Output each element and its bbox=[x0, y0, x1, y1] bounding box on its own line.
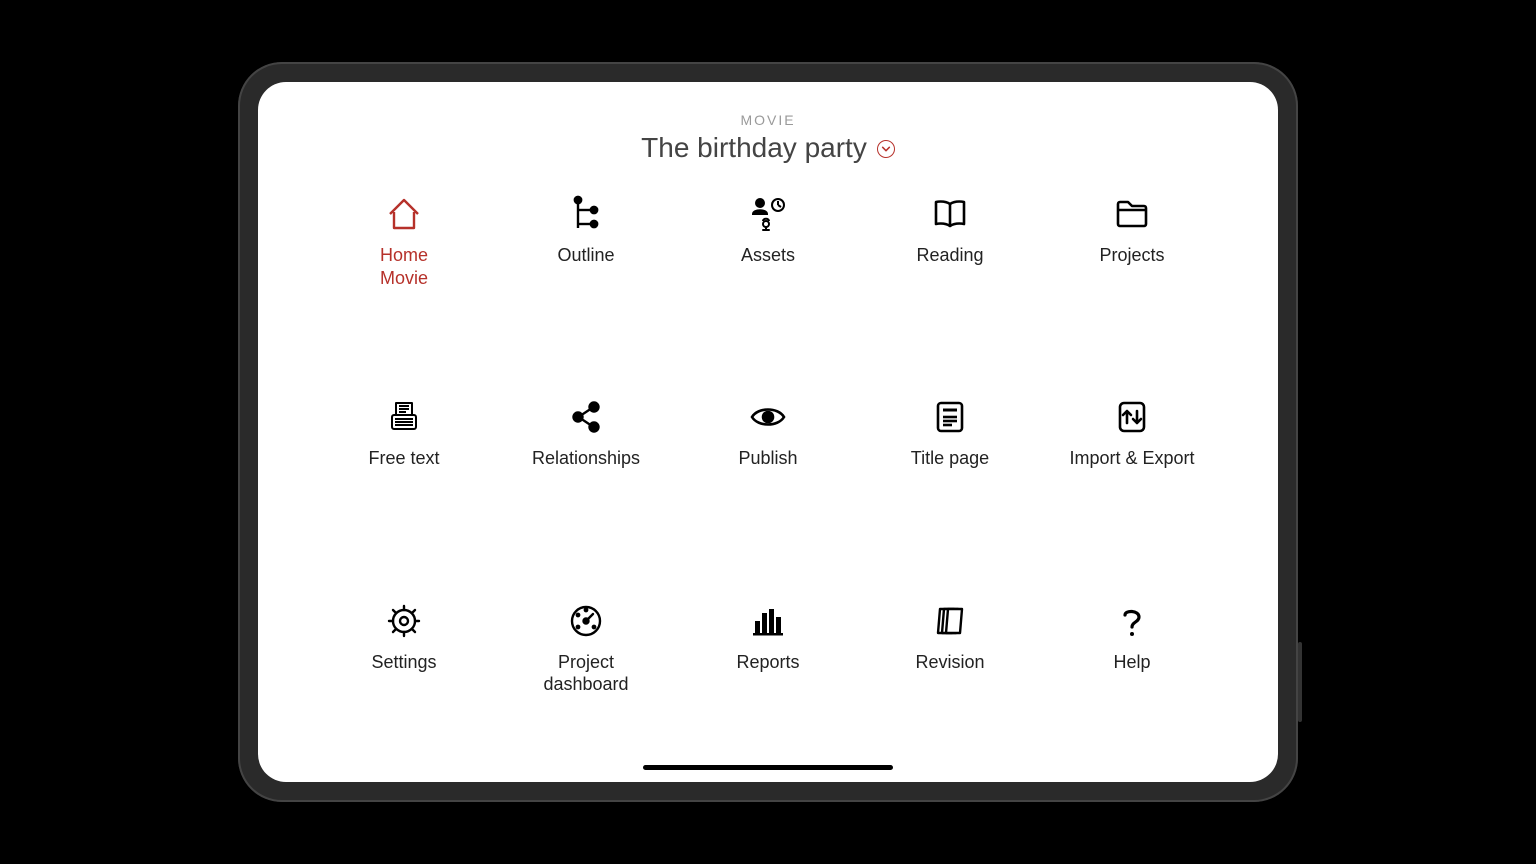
tile-reading[interactable]: Reading bbox=[864, 192, 1036, 335]
pages-icon bbox=[930, 599, 970, 643]
tablet-frame: MOVIE The birthday party Home Movie bbox=[238, 62, 1298, 802]
share-icon bbox=[566, 395, 606, 439]
chevron-down-icon[interactable] bbox=[877, 140, 895, 158]
tile-outline[interactable]: Outline bbox=[500, 192, 672, 335]
import-export-icon bbox=[1112, 395, 1152, 439]
tile-label: Revision bbox=[915, 651, 984, 674]
tile-publish[interactable]: Publish bbox=[682, 395, 854, 538]
tile-label: Home bbox=[380, 244, 428, 267]
tile-label: Title page bbox=[911, 447, 989, 470]
device-side-button bbox=[1298, 642, 1302, 722]
project-title-row[interactable]: The birthday party bbox=[641, 132, 895, 164]
tile-label: Reports bbox=[736, 651, 799, 674]
tile-label: Free text bbox=[368, 447, 439, 470]
project-type-label: MOVIE bbox=[318, 112, 1218, 128]
tile-sublabel: Movie bbox=[380, 267, 428, 290]
home-grid: Home Movie Outline bbox=[318, 184, 1218, 742]
outline-icon bbox=[566, 192, 606, 236]
tile-projects[interactable]: Projects bbox=[1046, 192, 1218, 335]
screen: MOVIE The birthday party Home Movie bbox=[258, 82, 1278, 782]
question-icon bbox=[1112, 599, 1152, 643]
assets-icon bbox=[748, 192, 788, 236]
tile-relationships[interactable]: Relationships bbox=[500, 395, 672, 538]
typewriter-icon bbox=[384, 395, 424, 439]
titlepage-icon bbox=[930, 395, 970, 439]
tile-import-export[interactable]: Import & Export bbox=[1046, 395, 1218, 538]
tile-label: Projectdashboard bbox=[543, 651, 628, 696]
tile-label: Import & Export bbox=[1069, 447, 1194, 470]
tile-revision[interactable]: Revision bbox=[864, 599, 1036, 742]
header: MOVIE The birthday party bbox=[318, 112, 1218, 164]
projects-icon bbox=[1112, 192, 1152, 236]
tile-assets[interactable]: Assets bbox=[682, 192, 854, 335]
tile-reports[interactable]: Reports bbox=[682, 599, 854, 742]
project-title: The birthday party bbox=[641, 132, 867, 164]
bars-icon bbox=[748, 599, 788, 643]
reading-icon bbox=[930, 192, 970, 236]
tile-free-text[interactable]: Free text bbox=[318, 395, 490, 538]
gear-icon bbox=[384, 599, 424, 643]
tile-settings[interactable]: Settings bbox=[318, 599, 490, 742]
tile-label: Settings bbox=[371, 651, 436, 674]
tile-label: Projects bbox=[1099, 244, 1164, 267]
tile-label: Outline bbox=[557, 244, 614, 267]
home-indicator[interactable] bbox=[643, 765, 893, 770]
tile-label: Relationships bbox=[532, 447, 640, 470]
tile-project-dashboard[interactable]: Projectdashboard bbox=[500, 599, 672, 742]
tile-help[interactable]: Help bbox=[1046, 599, 1218, 742]
tile-label: Assets bbox=[741, 244, 795, 267]
tile-label: Help bbox=[1113, 651, 1150, 674]
gauge-icon bbox=[566, 599, 606, 643]
eye-icon bbox=[748, 395, 788, 439]
tile-title-page[interactable]: Title page bbox=[864, 395, 1036, 538]
tile-label: Publish bbox=[738, 447, 797, 470]
tile-label: Reading bbox=[916, 244, 983, 267]
tile-home[interactable]: Home Movie bbox=[318, 192, 490, 335]
home-icon bbox=[384, 192, 424, 236]
